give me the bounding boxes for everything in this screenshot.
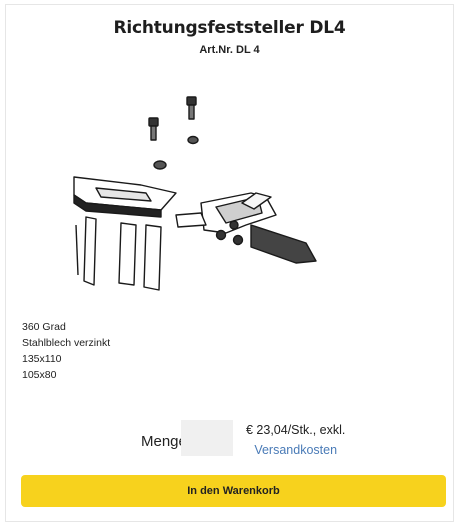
spec-line: 135x110 xyxy=(22,353,62,365)
shipping-costs-link[interactable]: Versandkosten xyxy=(246,440,345,460)
quantity-input[interactable] xyxy=(181,420,233,456)
price-info: € 23,04/Stk., exkl. Versandkosten xyxy=(246,420,345,460)
quantity-label: Menge xyxy=(141,433,187,450)
product-specs: 360 Grad Stahlblech verzinkt 135x110 105… xyxy=(22,319,110,383)
product-title: Richtungsfeststeller DL4 xyxy=(113,18,346,38)
product-card: Richtungsfeststeller DL4 Art.Nr. DL 4 36… xyxy=(5,4,454,522)
price-text: € 23,04/Stk., exkl. xyxy=(246,423,346,437)
add-to-cart-button[interactable]: In den Warenkorb xyxy=(21,475,446,507)
product-image xyxy=(73,96,317,291)
spec-line: Stahlblech verzinkt xyxy=(22,337,111,349)
spec-line: 105x80 xyxy=(22,369,57,381)
article-number: Art.Nr. DL 4 xyxy=(199,44,260,56)
spec-line: 360 Grad xyxy=(22,321,66,333)
